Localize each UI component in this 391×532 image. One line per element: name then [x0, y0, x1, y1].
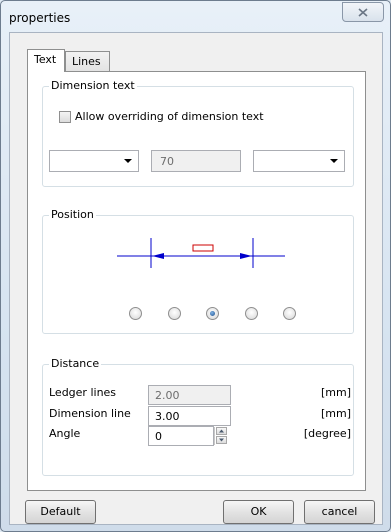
- allow-override-label: Allow overriding of dimension text: [75, 110, 264, 123]
- chevron-down-icon: [330, 159, 338, 163]
- close-icon: [358, 7, 368, 17]
- close-button[interactable]: [342, 2, 384, 22]
- dimension-text-group: Dimension text Allow overriding of dimen…: [42, 79, 354, 187]
- default-button[interactable]: Default: [25, 500, 96, 524]
- position-radio-1[interactable]: [129, 307, 142, 320]
- angle-stepper: [214, 427, 228, 445]
- tab-lines-label: Lines: [72, 55, 101, 68]
- angle-field[interactable]: 0: [148, 426, 214, 446]
- suffix-dropdown[interactable]: [253, 150, 345, 172]
- dimension-text-group-title: Dimension text: [49, 79, 137, 92]
- dimension-line-unit: [mm]: [320, 407, 351, 420]
- ledger-lines-field: 2.00: [148, 385, 231, 405]
- position-group-title: Position: [49, 208, 96, 221]
- tab-text[interactable]: Text: [27, 49, 65, 72]
- prefix-dropdown[interactable]: [49, 150, 139, 172]
- ok-button[interactable]: OK: [223, 500, 294, 524]
- tab-text-label: Text: [34, 53, 57, 66]
- position-group: Position: [42, 208, 354, 334]
- properties-dialog: properties Text Lines Dimension text All…: [0, 0, 391, 532]
- position-radio-4[interactable]: [245, 307, 258, 320]
- stepper-down-button[interactable]: [216, 436, 227, 444]
- dimension-preview-diagram: [117, 238, 285, 268]
- distance-group: Distance Ledger lines 2.00 [mm] Dimensio…: [42, 357, 354, 476]
- cancel-button[interactable]: cancel: [304, 500, 375, 524]
- chevron-down-icon: [219, 438, 224, 442]
- position-radio-3[interactable]: [206, 307, 219, 320]
- allow-override-checkbox[interactable]: [59, 111, 71, 123]
- chevron-up-icon: [219, 429, 224, 433]
- position-radio-2[interactable]: [168, 307, 181, 320]
- tab-panel-text: Dimension text Allow overriding of dimen…: [27, 71, 366, 491]
- window-title: properties: [9, 11, 71, 25]
- distance-group-title: Distance: [49, 357, 102, 370]
- tab-lines[interactable]: Lines: [65, 51, 110, 71]
- chevron-down-icon: [124, 159, 132, 163]
- left-arrowhead: [152, 253, 164, 259]
- stepper-up-button[interactable]: [216, 427, 227, 435]
- ledger-lines-label: Ledger lines: [49, 386, 117, 399]
- dimension-text-value: 70: [151, 150, 241, 172]
- angle-label: Angle: [49, 427, 81, 440]
- position-radio-5[interactable]: [283, 307, 296, 320]
- dialog-client-area: Text Lines Dimension text Allow overridi…: [9, 32, 383, 525]
- dimension-line-field[interactable]: 3.00: [148, 406, 231, 426]
- angle-unit: [degree]: [303, 427, 351, 440]
- text-position-marker: [192, 244, 214, 252]
- ledger-lines-unit: [mm]: [320, 386, 351, 399]
- dimension-line-label: Dimension line: [49, 407, 131, 420]
- right-arrowhead: [240, 253, 252, 259]
